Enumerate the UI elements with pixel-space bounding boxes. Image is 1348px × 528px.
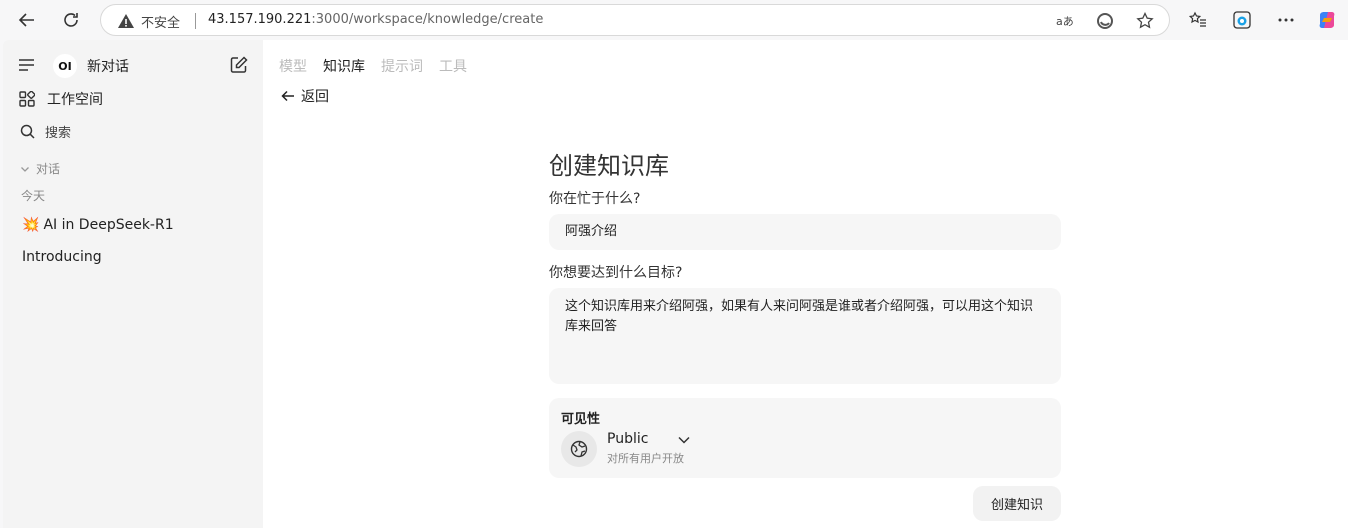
back-button[interactable]: 返回 — [281, 86, 329, 106]
chevron-down-icon — [21, 166, 29, 172]
favorites-icon[interactable] — [1185, 7, 1211, 33]
back-arrow-icon[interactable] — [14, 7, 40, 33]
main-content: 模型 知识库 提示词 工具 返回 创建知识库 你在忙于什么? 阿强介绍 你想要达… — [263, 40, 1348, 528]
today-label: 今天 — [21, 189, 46, 203]
read-aloud-icon[interactable]: aあ — [1055, 11, 1075, 31]
goal-field-label: 你想要达到什么目标? — [549, 265, 683, 281]
visibility-description: 对所有用户开放 — [607, 452, 684, 465]
chat-item-label: Introducing — [22, 249, 102, 265]
visibility-title: 可见性 — [561, 412, 601, 427]
name-input[interactable]: 阿强介绍 — [549, 214, 1061, 250]
search-icon — [18, 123, 36, 141]
address-divider — [195, 13, 196, 29]
create-knowledge-button[interactable]: 创建知识 — [973, 486, 1061, 521]
warning-icon[interactable] — [117, 12, 135, 30]
more-menu-icon[interactable] — [1273, 7, 1299, 33]
new-chat-edit-icon[interactable] — [229, 55, 249, 75]
url-text[interactable]: 43.157.190.221:3000/workspace/knowledge/… — [208, 12, 543, 27]
globe-icon — [561, 431, 597, 467]
url-host: 43.157.190.221 — [208, 12, 312, 27]
chats-section-toggle[interactable]: 对话 — [20, 160, 60, 177]
insecure-label[interactable]: 不安全 — [141, 12, 180, 31]
chats-section-label: 对话 — [36, 162, 61, 176]
visibility-select[interactable]: Public — [607, 431, 648, 447]
favorite-star-icon[interactable] — [1135, 11, 1155, 31]
chat-item[interactable]: Introducing — [22, 249, 102, 265]
chat-item[interactable]: 💥 AI in DeepSeek-R1 — [22, 217, 174, 233]
goal-textarea[interactable]: 这个知识库用来介绍阿强，如果有人来问阿强是谁或者介绍阿强，可以用这个知识库来回答 — [549, 288, 1061, 384]
svg-text:aあ: aあ — [1056, 15, 1074, 28]
edge-feature-icon[interactable] — [1095, 11, 1115, 31]
copilot-icon[interactable] — [1314, 7, 1340, 33]
chat-item-emoji: 💥 — [22, 217, 40, 233]
address-bar[interactable]: 不安全 43.157.190.221:3000/workspace/knowle… — [100, 4, 1170, 36]
tab-models[interactable]: 模型 — [279, 56, 307, 76]
tab-knowledge[interactable]: 知识库 — [323, 56, 365, 76]
open-webui-logo: OI — [53, 54, 77, 78]
sidebar-item-workspace-label: 工作空间 — [47, 92, 103, 108]
arrow-left-icon — [281, 90, 294, 102]
name-field-label: 你在忙于什么? — [549, 191, 641, 207]
sidebar-item-search[interactable]: 搜索 — [18, 122, 71, 141]
tab-tools[interactable]: 工具 — [439, 56, 467, 76]
sidebar: OI 新对话 工作空间 搜索 对话 今天 💥 AI in DeepSeek-R1… — [3, 40, 263, 528]
browser-toolbar: 不安全 43.157.190.221:3000/workspace/knowle… — [0, 0, 1348, 40]
new-chat-label[interactable]: 新对话 — [87, 56, 129, 76]
url-path: :3000/workspace/knowledge/create — [311, 12, 544, 27]
workspace-tabs: 模型 知识库 提示词 工具 — [279, 56, 467, 76]
edge-bar-icon[interactable] — [1229, 7, 1255, 33]
reload-icon[interactable] — [58, 7, 84, 33]
visibility-card: 可见性 Public 对所有用户开放 — [549, 398, 1061, 478]
page-title: 创建知识库 — [549, 152, 669, 180]
sidebar-item-search-label: 搜索 — [45, 126, 72, 141]
sidebar-item-workspace[interactable]: 工作空间 — [18, 89, 103, 109]
grid-icon — [18, 90, 36, 108]
chat-item-label: AI in DeepSeek-R1 — [43, 217, 174, 233]
menu-icon[interactable] — [17, 56, 35, 74]
chevron-down-icon[interactable] — [677, 432, 693, 448]
back-label: 返回 — [301, 89, 329, 105]
tab-prompts[interactable]: 提示词 — [381, 56, 423, 76]
